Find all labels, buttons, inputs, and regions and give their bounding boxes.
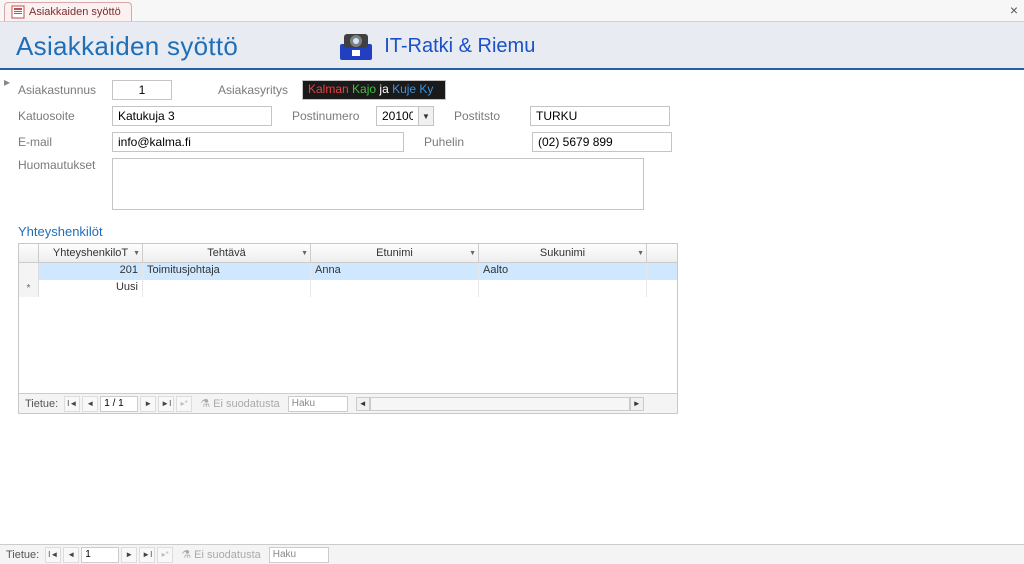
close-button[interactable]: × — [1010, 2, 1018, 18]
field-postitsto[interactable] — [530, 106, 670, 126]
label-email: E-mail — [18, 135, 104, 149]
label-katuosoite: Katuosoite — [18, 109, 104, 123]
new-row-icon[interactable]: * — [19, 280, 39, 297]
subform-title: Yhteyshenkilöt — [18, 224, 1006, 239]
nav-prev[interactable]: ◄ — [63, 547, 79, 563]
chevron-down-icon[interactable]: ▼ — [418, 106, 434, 126]
nav-last[interactable]: ►I — [158, 396, 174, 412]
nav-label: Tietue: — [21, 398, 62, 410]
nav-position[interactable] — [81, 547, 119, 563]
nav-last[interactable]: ►I — [139, 547, 155, 563]
nav-first[interactable]: I◄ — [64, 396, 80, 412]
search-input[interactable] — [288, 396, 348, 412]
brand: IT-Ratki & Riemu — [338, 30, 535, 62]
field-puhelin[interactable] — [532, 132, 672, 152]
filter-status: ⚗Ei suodatusta — [175, 548, 267, 561]
field-asiakastunnus[interactable] — [112, 80, 172, 100]
nav-first[interactable]: I◄ — [45, 547, 61, 563]
field-email[interactable] — [112, 132, 404, 152]
table-row[interactable]: 201 Toimitusjohtaja Anna Aalto — [19, 263, 677, 280]
field-huomautukset[interactable] — [112, 158, 644, 210]
form-area: Asiakastunnus Asiakasyritys Kalman Kajo … — [0, 70, 1024, 420]
chevron-down-icon: ▼ — [469, 250, 476, 257]
label-postinumero: Postinumero — [292, 109, 368, 123]
scroll-right-icon[interactable]: ► — [630, 397, 644, 411]
form-icon — [11, 5, 25, 19]
label-asiakasyritys: Asiakasyritys — [218, 83, 294, 97]
nav-prev[interactable]: ◄ — [82, 396, 98, 412]
col-tehtava[interactable]: Tehtävä▼ — [143, 244, 311, 262]
grid-selector-head[interactable] — [19, 244, 39, 262]
filter-icon: ⚗ — [181, 548, 191, 561]
nav-new[interactable]: ▸* — [157, 547, 173, 563]
col-etunimi[interactable]: Etunimi▼ — [311, 244, 479, 262]
nav-label: Tietue: — [2, 549, 43, 561]
subform: YhteyshenkiloT▼ Tehtävä▼ Etunimi▼ Sukuni… — [18, 243, 678, 414]
h-scrollbar[interactable]: ◄ ► — [356, 397, 644, 411]
outer-navbar: Tietue: I◄ ◄ ► ►I ▸* ⚗Ei suodatusta — [0, 544, 1024, 564]
label-puhelin: Puhelin — [424, 135, 492, 149]
table-row-new[interactable]: * Uusi — [19, 280, 677, 297]
search-input[interactable] — [269, 547, 329, 563]
field-asiakasyritys[interactable]: Kalman Kajo ja Kuje Ky — [302, 80, 446, 100]
nav-position[interactable] — [100, 396, 138, 412]
record-selector[interactable]: ▸ — [0, 74, 14, 90]
grid-body: 201 Toimitusjohtaja Anna Aalto * Uusi — [19, 263, 677, 393]
subform-navbar: Tietue: I◄ ◄ ► ►I ▸* ⚗Ei suodatusta ◄ ► — [19, 393, 677, 413]
chevron-down-icon: ▼ — [637, 250, 644, 257]
page-title: Asiakkaiden syöttö — [16, 31, 238, 62]
chevron-down-icon: ▼ — [301, 250, 308, 257]
nav-new[interactable]: ▸* — [176, 396, 192, 412]
scroll-left-icon[interactable]: ◄ — [356, 397, 370, 411]
form-header: Asiakkaiden syöttö IT-Ratki & Riemu — [0, 22, 1024, 70]
chevron-down-icon: ▼ — [133, 250, 140, 257]
nav-next[interactable]: ► — [140, 396, 156, 412]
field-postinumero[interactable]: ▼ — [376, 106, 434, 126]
tab-label: Asiakkaiden syöttö — [29, 6, 121, 18]
brand-text: IT-Ratki & Riemu — [384, 35, 535, 58]
row-selector[interactable] — [19, 263, 39, 280]
filter-icon: ⚗ — [200, 397, 210, 410]
nav-next[interactable]: ► — [121, 547, 137, 563]
filter-status: ⚗Ei suodatusta — [194, 397, 286, 410]
col-id[interactable]: YhteyshenkiloT▼ — [39, 244, 143, 262]
col-sukunimi[interactable]: Sukunimi▼ — [479, 244, 647, 262]
grid-header: YhteyshenkiloT▼ Tehtävä▼ Etunimi▼ Sukuni… — [19, 244, 677, 263]
field-katuosoite[interactable] — [112, 106, 272, 126]
label-huomautukset: Huomautukset — [18, 158, 104, 172]
label-asiakastunnus: Asiakastunnus — [18, 83, 104, 97]
brand-icon — [338, 30, 374, 62]
tab-bar: Asiakkaiden syöttö × — [0, 0, 1024, 22]
label-postitsto: Postitsto — [454, 109, 522, 123]
form-tab[interactable]: Asiakkaiden syöttö — [4, 2, 132, 21]
